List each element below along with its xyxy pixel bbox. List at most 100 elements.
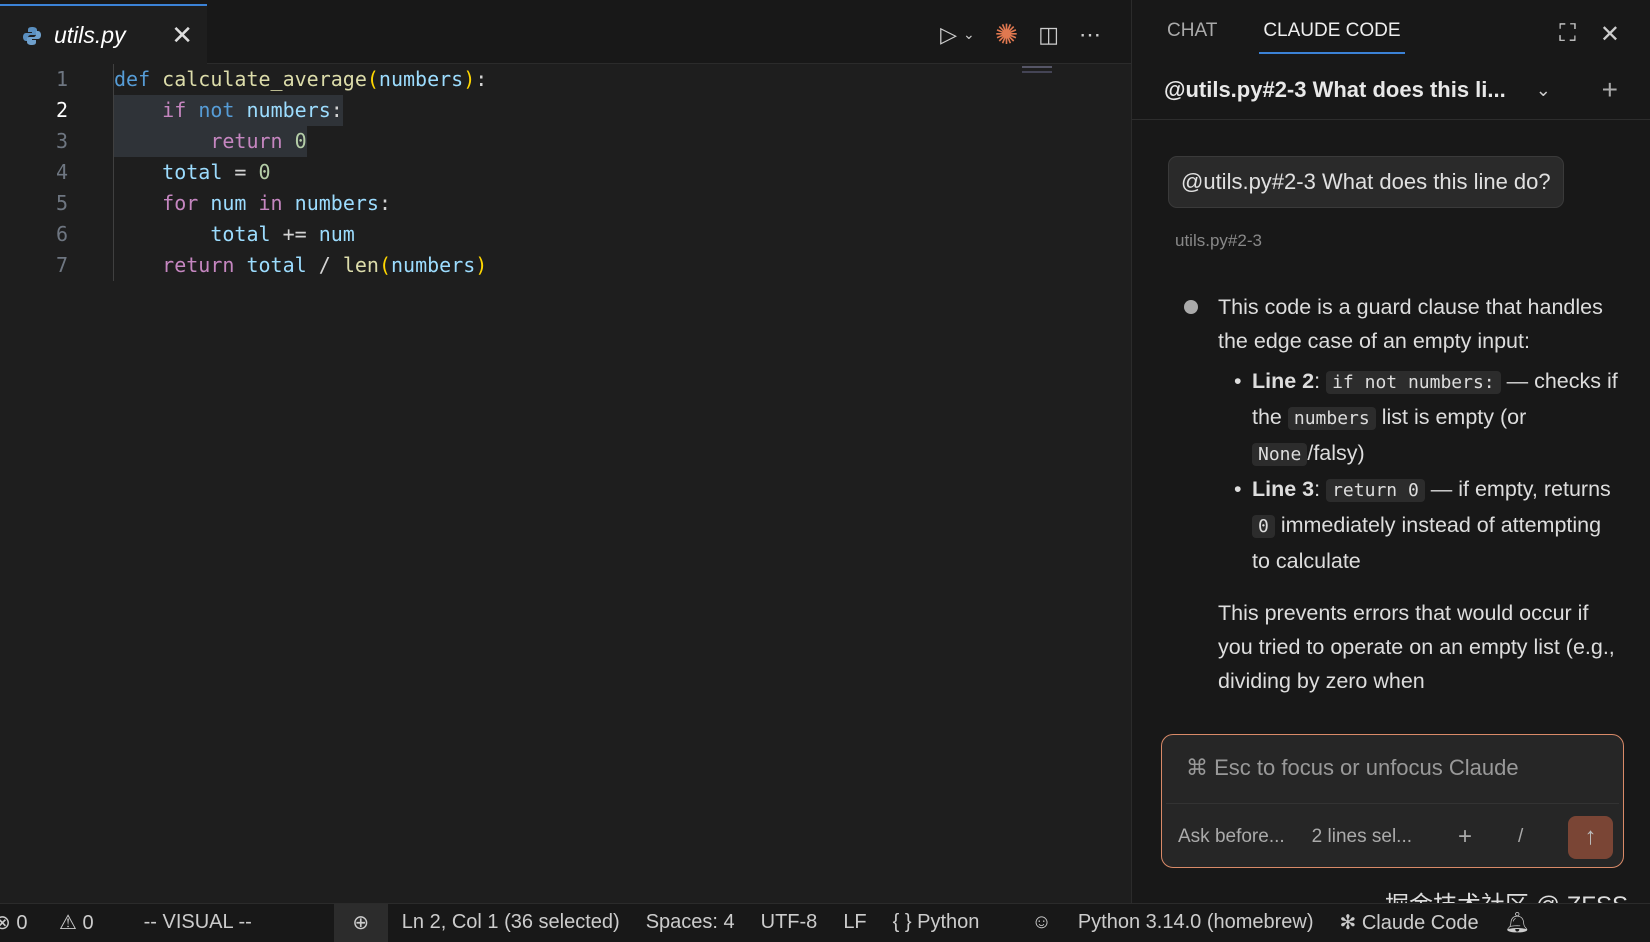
code-line[interactable]: 7 return total / len(numbers) [0, 250, 1131, 281]
code-text: if not numbers: [114, 95, 343, 126]
arrow-up-icon: ↑ [1584, 823, 1597, 850]
code-token: numbers [294, 191, 379, 215]
code-text: for num in numbers: [114, 188, 391, 219]
code-token: : [330, 98, 343, 122]
inline-code: numbers [1287, 407, 1376, 430]
code-token: in [258, 191, 283, 215]
text: — if empty, returns [1424, 477, 1611, 501]
code-token: calculate_average [162, 67, 367, 91]
encoding[interactable]: UTF-8 [761, 911, 818, 934]
cursor-position[interactable]: Ln 2, Col 1 (36 selected) [402, 911, 620, 934]
status-dot [1184, 300, 1198, 314]
code-line[interactable]: 4 total = 0 [0, 157, 1131, 188]
maximize-icon[interactable]: ⛶ [1559, 20, 1576, 49]
code-token: 0 [258, 160, 271, 184]
code-token: return [210, 129, 283, 153]
label: Line 3 [1252, 477, 1315, 501]
context-reference[interactable]: utils.py#2-3 [1175, 231, 1262, 251]
problems[interactable]: ⊗ 0 ⚠ 0 [0, 910, 120, 935]
language-mode[interactable]: { } Python [893, 911, 1006, 934]
list-item: Line 2: if not numbers: — checks if the … [1234, 364, 1618, 472]
attach-button[interactable]: + [1458, 823, 1472, 851]
prompt-input[interactable]: ⌘ Esc to focus or unfocus Claude Ask bef… [1161, 734, 1624, 868]
chevron-down-icon[interactable]: ⌄ [1536, 80, 1551, 101]
claude-icon[interactable]: ✺ [995, 18, 1018, 51]
claude-panel: CHAT CLAUDE CODE ⛶ ✕ @utils.py#2-3 What … [1131, 0, 1650, 903]
inline-code: if not numbers: [1326, 371, 1501, 394]
bell-icon[interactable]: 🔔︎ [1505, 910, 1530, 935]
code-area[interactable]: 1 def calculate_average(numbers): 2 if not… [0, 64, 1131, 281]
response-intro: This code is a guard clause that handles… [1218, 295, 1603, 353]
close-panel-icon[interactable]: ✕ [1600, 20, 1620, 49]
response-outro: This prevents errors that would occur if… [1218, 601, 1615, 693]
line-number: 5 [55, 191, 68, 215]
code-text: return total / len(numbers) [114, 250, 487, 281]
code-line[interactable]: 3 return 0 [0, 126, 1131, 157]
code-line[interactable]: 6 total += num [0, 219, 1131, 250]
code-token: total [246, 253, 307, 277]
text: /falsy) [1307, 441, 1365, 465]
slash-command-button[interactable]: / [1518, 826, 1523, 848]
code-text: total = 0 [114, 157, 271, 188]
code-text: return 0 [114, 126, 307, 157]
code-token: numbers [390, 253, 476, 277]
selection-chip[interactable]: 2 lines sel... [1312, 826, 1412, 848]
more-icon[interactable]: ⋯ [1079, 22, 1101, 48]
mode-selector[interactable]: Ask before... [1178, 826, 1285, 848]
inline-code: return 0 [1326, 479, 1425, 502]
code-token: total [210, 222, 271, 246]
line-number: 6 [55, 222, 68, 246]
chevron-down-icon[interactable]: ⌄ [963, 26, 975, 43]
code-token: / [306, 253, 343, 277]
code-text: total += num [114, 219, 355, 250]
code-token: for [162, 191, 199, 215]
status-bar: ⊗ 0 ⚠ 0 -- VISUAL -- ⊕ Ln 2, Col 1 (36 s… [0, 903, 1650, 942]
code-token: numbers [246, 98, 331, 122]
split-editor-icon[interactable]: ◫ [1038, 22, 1059, 48]
python-interpreter[interactable]: Python 3.14.0 (homebrew) [1078, 911, 1314, 934]
run-icon[interactable]: ▷ [940, 22, 957, 48]
claude-code-status[interactable]: ✻ Claude Code [1340, 910, 1479, 935]
code-token: total [162, 160, 223, 184]
line-number: 7 [55, 253, 68, 277]
code-token: ) [463, 67, 476, 91]
conversation-title[interactable]: @utils.py#2-3 What does this li... ⌄ + [1164, 74, 1630, 106]
line-number: 2 [55, 98, 68, 122]
indentation[interactable]: Spaces: 4 [646, 911, 735, 934]
line-number: 1 [55, 67, 68, 91]
zoom-icon[interactable]: ⊕ [333, 903, 388, 942]
warning-count: 0 [82, 912, 94, 934]
tab-claude-code[interactable]: CLAUDE CODE [1259, 20, 1405, 54]
code-token: : [475, 67, 488, 91]
close-tab-icon[interactable]: ✕ [171, 20, 193, 51]
code-token: : [378, 191, 391, 215]
code-line[interactable]: 2 if not numbers: [0, 95, 1131, 126]
inline-code: 0 [1252, 515, 1275, 538]
tab-utils-py[interactable]: utils.py ✕ [0, 4, 207, 65]
code-token: if [162, 98, 187, 122]
code-token: not [198, 98, 235, 122]
line-ending[interactable]: LF [843, 911, 866, 934]
code-token: numbers [378, 67, 464, 91]
code-line[interactable]: 1 def calculate_average(numbers): [0, 64, 1131, 95]
conversation-title-text: @utils.py#2-3 What does this li... [1164, 77, 1506, 102]
code-token: return [162, 253, 235, 277]
python-icon [23, 26, 41, 45]
new-conversation-icon[interactable]: + [1602, 74, 1618, 106]
send-button[interactable]: ↑ [1568, 815, 1613, 859]
tab-chat[interactable]: CHAT [1167, 20, 1217, 54]
code-token: def [114, 67, 151, 91]
code-line[interactable]: 5 for num in numbers: [0, 188, 1131, 219]
copilot-icon[interactable]: ☺ [1031, 911, 1051, 934]
tab-bar: utils.py ✕ ▷ ⌄ ✺ ◫ ⋯ [0, 0, 1131, 65]
